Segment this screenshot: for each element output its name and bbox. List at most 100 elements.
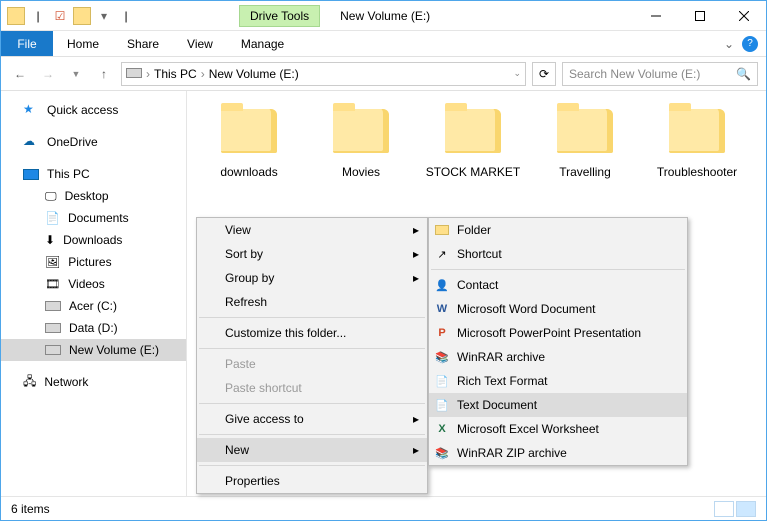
view-details-button[interactable] <box>714 501 734 517</box>
nav-back-button[interactable]: ← <box>9 63 31 85</box>
excel-icon: X <box>433 420 451 438</box>
maximize-button[interactable] <box>678 2 722 30</box>
menu-view[interactable]: View▸ <box>197 218 427 242</box>
tab-share[interactable]: Share <box>113 31 173 56</box>
new-powerpoint[interactable]: PMicrosoft PowerPoint Presentation <box>429 321 687 345</box>
menu-label: Customize this folder... <box>225 326 346 340</box>
menu-label: WinRAR archive <box>457 350 545 364</box>
pc-icon <box>23 169 39 180</box>
folder-item[interactable]: Troubleshooter <box>641 101 753 179</box>
new-word[interactable]: W Microsoft Word Document <box>429 297 687 321</box>
address-box[interactable]: › This PC › New Volume (E:) ⌄ <box>121 62 526 86</box>
nav-data-d[interactable]: Data (D:) <box>1 317 186 339</box>
folder-icon <box>441 101 505 161</box>
drive-icon <box>45 323 61 333</box>
nav-acer-c[interactable]: Acer (C:) <box>1 295 186 317</box>
quick-access-toolbar: | ☑ ▾ | <box>1 7 135 25</box>
minimize-button[interactable] <box>634 2 678 30</box>
new-excel[interactable]: X Microsoft Excel Worksheet <box>429 417 687 441</box>
menu-separator <box>431 269 685 270</box>
drive-icon <box>45 345 61 355</box>
help-icon[interactable]: ? <box>742 36 758 52</box>
close-button[interactable] <box>722 2 766 30</box>
nav-new-volume-e[interactable]: New Volume (E:) <box>1 339 186 361</box>
nav-this-pc[interactable]: This PC <box>1 163 186 185</box>
nav-recent-dropdown[interactable]: ▼ <box>65 63 87 85</box>
new-winrar[interactable]: 📚WinRAR archive <box>429 345 687 369</box>
word-icon: W <box>433 300 451 318</box>
navigation-pane: ★Quick access ☁OneDrive This PC 🖵Desktop… <box>1 91 187 496</box>
nav-forward-button[interactable]: → <box>37 63 59 85</box>
folder-item[interactable]: STOCK MARKET <box>417 101 529 179</box>
nav-label: Videos <box>68 277 104 291</box>
menu-label: Microsoft Excel Worksheet <box>457 422 599 436</box>
menu-separator <box>199 348 425 349</box>
rtf-icon: 📄 <box>433 372 451 390</box>
app-icon <box>7 7 25 25</box>
ribbon-expand-icon[interactable]: ⌄ <box>724 37 734 51</box>
refresh-button[interactable]: ⟳ <box>532 62 556 86</box>
nav-videos[interactable]: 🎞Videos <box>1 273 186 295</box>
nav-label: Network <box>44 375 88 389</box>
tab-manage[interactable]: Manage <box>227 31 298 56</box>
address-dropdown-icon[interactable]: ⌄ <box>513 68 521 79</box>
shortcut-icon: ↗ <box>433 245 451 263</box>
menu-customize[interactable]: Customize this folder... <box>197 321 427 345</box>
titlebar: | ☑ ▾ | Drive Tools New Volume (E:) <box>1 1 766 31</box>
tab-file[interactable]: File <box>1 31 53 56</box>
folder-item[interactable]: Movies <box>305 101 417 179</box>
item-label: Travelling <box>559 165 611 179</box>
menu-label: Microsoft PowerPoint Presentation <box>457 326 641 340</box>
menu-separator <box>199 434 425 435</box>
tab-home[interactable]: Home <box>53 31 113 56</box>
menu-sort-by[interactable]: Sort by▸ <box>197 242 427 266</box>
desktop-icon: 🖵 <box>45 189 57 204</box>
menu-separator <box>199 317 425 318</box>
submenu-arrow-icon: ▸ <box>413 412 419 426</box>
item-label: Troubleshooter <box>657 165 737 179</box>
breadcrumb-root[interactable]: This PC <box>154 67 197 81</box>
view-icons-button[interactable] <box>736 501 756 517</box>
item-label: STOCK MARKET <box>426 165 520 179</box>
item-label: downloads <box>220 165 277 179</box>
search-placeholder: Search New Volume (E:) <box>569 67 700 81</box>
window-title: New Volume (E:) <box>320 9 430 23</box>
address-bar: ← → ▼ ↑ › This PC › New Volume (E:) ⌄ ⟳ … <box>1 57 766 91</box>
nav-network[interactable]: 🖧Network <box>1 371 186 393</box>
nav-up-button[interactable]: ↑ <box>93 63 115 85</box>
nav-label: This PC <box>47 167 90 181</box>
nav-documents[interactable]: 📄Documents <box>1 207 186 229</box>
menu-give-access[interactable]: Give access to▸ <box>197 407 427 431</box>
new-shortcut[interactable]: ↗Shortcut <box>429 242 687 266</box>
qat-separator: | <box>29 7 47 25</box>
qat-folder-icon[interactable] <box>73 7 91 25</box>
nav-desktop[interactable]: 🖵Desktop <box>1 185 186 207</box>
nav-quick-access[interactable]: ★Quick access <box>1 99 186 121</box>
submenu-arrow-icon: ▸ <box>413 271 419 285</box>
new-rtf[interactable]: 📄Rich Text Format <box>429 369 687 393</box>
nav-label: Quick access <box>47 103 118 117</box>
menu-new[interactable]: New▸ <box>197 438 427 462</box>
menu-group-by[interactable]: Group by▸ <box>197 266 427 290</box>
nav-pictures[interactable]: 🖼Pictures <box>1 251 186 273</box>
menu-label: Paste shortcut <box>225 381 302 395</box>
search-input[interactable]: Search New Volume (E:) 🔍 <box>562 62 758 86</box>
menu-refresh[interactable]: Refresh <box>197 290 427 314</box>
new-folder[interactable]: Folder <box>429 218 687 242</box>
new-text[interactable]: 📄Text Document <box>429 393 687 417</box>
qat-dropdown-icon[interactable]: ▾ <box>95 7 113 25</box>
new-zip[interactable]: 📚WinRAR ZIP archive <box>429 441 687 465</box>
nav-onedrive[interactable]: ☁OneDrive <box>1 131 186 153</box>
text-icon: 📄 <box>433 396 451 414</box>
qat-check-icon[interactable]: ☑ <box>51 7 69 25</box>
folder-item[interactable]: Travelling <box>529 101 641 179</box>
new-contact[interactable]: 👤Contact <box>429 273 687 297</box>
folder-item[interactable]: downloads <box>193 101 305 179</box>
breadcrumb-current[interactable]: New Volume (E:) <box>209 67 299 81</box>
menu-properties[interactable]: Properties <box>197 469 427 493</box>
menu-label: Microsoft Word Document <box>457 302 596 316</box>
contextual-tab-drive-tools[interactable]: Drive Tools <box>239 5 320 27</box>
tab-view[interactable]: View <box>173 31 227 56</box>
menu-label: View <box>225 223 251 237</box>
nav-downloads[interactable]: ⬇Downloads <box>1 229 186 251</box>
